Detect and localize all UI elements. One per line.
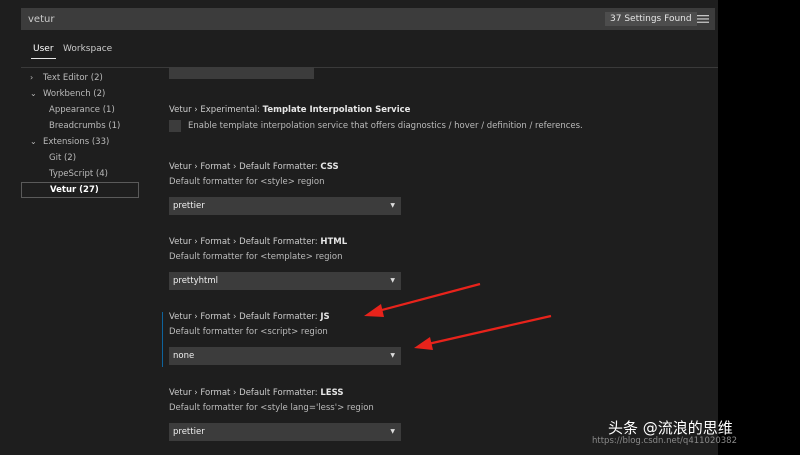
settings-toc-tree: › Text Editor (2) ⌄ Workbench (2) Appear… (21, 70, 139, 198)
toc-item-label: Extensions (33) (43, 137, 110, 147)
toc-item-label: Git (2) (49, 153, 77, 163)
dropdown-arrow-icon: ▼ (390, 428, 395, 435)
js-formatter-dropdown[interactable]: none ▼ (169, 347, 401, 365)
toc-item-vetur[interactable]: Vetur (27) (21, 182, 139, 198)
settings-editor: 37 Settings Found User Workspace › Text … (0, 0, 718, 455)
setting-checkbox-row: Enable template interpolation service th… (169, 120, 709, 134)
vscode-settings-window: 37 Settings Found User Workspace › Text … (0, 0, 800, 455)
setting-default-formatter-html: Vetur › Format › Default Formatter: HTML… (169, 235, 709, 290)
toc-item-workbench[interactable]: ⌄ Workbench (2) (21, 86, 139, 102)
toc-item-label: TypeScript (4) (49, 169, 108, 179)
settings-search-input[interactable] (21, 8, 595, 30)
dropdown-value: prettier (173, 201, 205, 211)
tabs-divider (21, 67, 718, 68)
brand-watermark: 头条 @流浪的思维 (608, 419, 733, 437)
html-formatter-dropdown[interactable]: prettyhtml ▼ (169, 272, 401, 290)
dropdown-arrow-icon: ▼ (390, 277, 395, 284)
dropdown-value: prettier (173, 427, 205, 437)
toc-item-label: Appearance (1) (49, 105, 115, 115)
toc-item-breadcrumbs[interactable]: Breadcrumbs (1) (21, 118, 139, 134)
toc-item-label: Workbench (2) (43, 89, 106, 99)
setting-title: Vetur › Experimental: Template Interpola… (169, 105, 411, 115)
setting-title: Vetur › Format › Default Formatter: CSS (169, 162, 339, 172)
tab-user[interactable]: User (31, 40, 56, 59)
tab-workspace[interactable]: Workspace (61, 40, 114, 58)
setting-description: Default formatter for <template> region (169, 252, 343, 262)
chevron-right-icon: › (30, 73, 34, 82)
toc-item-typescript[interactable]: TypeScript (4) (21, 166, 139, 182)
dropdown-value: prettyhtml (173, 276, 218, 286)
dropdown-value: none (173, 351, 195, 361)
toc-item-appearance[interactable]: Appearance (1) (21, 102, 139, 118)
toc-item-text-editor[interactable]: › Text Editor (2) (21, 70, 139, 86)
dropdown-arrow-icon: ▼ (390, 202, 395, 209)
settings-found-badge: 37 Settings Found (605, 12, 697, 26)
setting-title: Vetur › Format › Default Formatter: HTML (169, 237, 348, 247)
chevron-down-icon: ⌄ (30, 89, 37, 98)
setting-description: Default formatter for <script> region (169, 327, 328, 337)
setting-description: Enable template interpolation service th… (188, 121, 583, 131)
setting-description: Default formatter for <style lang='less'… (169, 403, 374, 413)
setting-description: Default formatter for <style> region (169, 177, 325, 187)
setting-default-formatter-css: Vetur › Format › Default Formatter: CSS … (169, 160, 709, 215)
focused-setting-indicator (162, 312, 163, 367)
settings-search-bar: 37 Settings Found (21, 8, 715, 30)
toc-item-extensions[interactable]: ⌄ Extensions (33) (21, 134, 139, 150)
less-formatter-dropdown[interactable]: prettier ▼ (169, 423, 401, 441)
setting-default-formatter-js: Vetur › Format › Default Formatter: JS D… (169, 310, 709, 365)
css-formatter-dropdown[interactable]: prettier ▼ (169, 197, 401, 215)
toc-item-label: Breadcrumbs (1) (49, 121, 121, 131)
toc-item-label: Vetur (27) (50, 185, 99, 195)
setting-template-interpolation-service: Vetur › Experimental: Template Interpola… (169, 103, 709, 134)
filter-list-icon[interactable] (697, 14, 709, 24)
template-interpolation-checkbox[interactable] (169, 120, 181, 132)
toc-item-label: Text Editor (2) (43, 73, 103, 83)
toc-item-git[interactable]: Git (2) (21, 150, 139, 166)
setting-title: Vetur › Format › Default Formatter: LESS (169, 388, 344, 398)
setting-title: Vetur › Format › Default Formatter: JS (169, 312, 330, 322)
dropdown-arrow-icon: ▼ (390, 352, 395, 359)
previous-setting-dropdown[interactable] (169, 67, 314, 79)
chevron-down-icon: ⌄ (30, 137, 37, 146)
